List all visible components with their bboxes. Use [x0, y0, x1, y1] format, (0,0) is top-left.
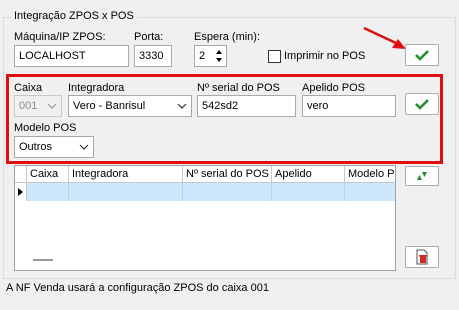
pos-grid[interactable]: Caixa Integradora Nº serial do POS Apeli…: [14, 165, 396, 271]
status-text: A NF Venda usará a configuração ZPOS do …: [6, 282, 269, 294]
host-input[interactable]: LOCALHOST: [14, 45, 129, 67]
integradora-label: Integradora: [68, 82, 125, 94]
caixa-label: Caixa: [14, 82, 43, 94]
serial-label: Nº serial do POS: [197, 82, 280, 94]
apelido-label: Apelido POS: [302, 82, 365, 94]
column-header-serial[interactable]: Nº serial do POS: [183, 166, 272, 183]
caixa-value: 001: [19, 100, 38, 112]
up-down-arrows-icon: [417, 172, 427, 180]
cell-integradora[interactable]: [69, 183, 183, 201]
current-row-arrow-icon: [18, 188, 23, 196]
integradora-value: Vero - Banrisul: [73, 100, 146, 112]
cell-caixa[interactable]: [27, 183, 69, 201]
spin-arrows-icon[interactable]: [213, 47, 225, 65]
apelido-input[interactable]: vero: [302, 95, 396, 117]
spin-buttons[interactable]: [213, 47, 225, 65]
port-input[interactable]: 3330: [134, 45, 172, 67]
cell-serial[interactable]: [183, 183, 272, 201]
modelo-value: Outros: [19, 141, 53, 153]
caixa-select: 001: [14, 95, 62, 117]
modelo-select[interactable]: Outros: [14, 136, 94, 158]
wait-label: Espera (min):: [194, 31, 261, 43]
chevron-down-icon[interactable]: [79, 137, 89, 157]
modelo-label: Modelo POS: [14, 122, 77, 134]
group-title: Integração ZPOS x POS: [11, 10, 137, 22]
horizontal-scrollbar-thumb[interactable]: [33, 259, 53, 261]
host-label: Máquina/IP ZPOS:: [14, 31, 106, 43]
check-icon: [415, 50, 429, 61]
chevron-down-icon: [47, 96, 57, 116]
cell-apelido[interactable]: [272, 183, 345, 201]
column-header-integradora[interactable]: Integradora: [69, 166, 183, 183]
confirm-form-button[interactable]: [405, 93, 439, 115]
red-arrow-icon: [363, 26, 406, 49]
print-pos-checkbox[interactable]: [268, 50, 281, 63]
print-pos-label: Imprimir no POS: [284, 50, 366, 62]
column-header-caixa[interactable]: Caixa: [27, 166, 69, 183]
confirm-top-button[interactable]: [405, 44, 439, 66]
cell-modelo[interactable]: [345, 183, 395, 201]
integradora-select[interactable]: Vero - Banrisul: [68, 95, 192, 117]
wait-spin-input[interactable]: 2: [194, 45, 227, 67]
column-header-modelo[interactable]: Modelo PC: [345, 166, 395, 183]
trash-doc-icon: [416, 249, 428, 265]
delete-button[interactable]: [405, 246, 439, 268]
port-label: Porta:: [134, 31, 164, 43]
grid-indicator-header: [15, 166, 27, 183]
wait-value: 2: [199, 50, 206, 62]
serial-input[interactable]: 542sd2: [197, 95, 296, 117]
row-indicator: [15, 183, 27, 201]
table-row[interactable]: [27, 183, 395, 201]
check-icon: [415, 99, 429, 110]
chevron-down-icon[interactable]: [177, 96, 187, 116]
sort-button[interactable]: [405, 166, 439, 186]
column-header-apelido[interactable]: Apelido: [272, 166, 345, 183]
